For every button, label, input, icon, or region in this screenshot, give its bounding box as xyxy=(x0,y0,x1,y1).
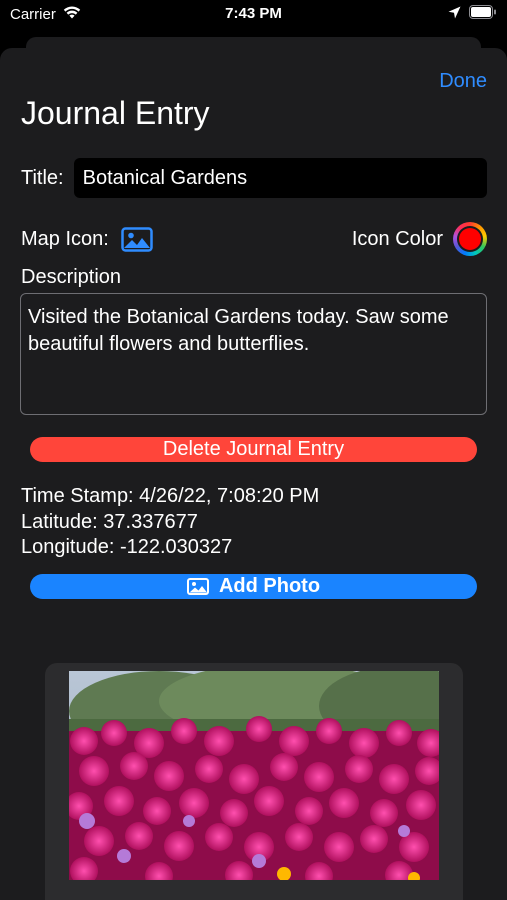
add-photo-label: Add Photo xyxy=(218,575,321,597)
delete-journal-entry-button[interactable]: Delete Journal Entry xyxy=(30,437,477,462)
photo-icon xyxy=(121,226,153,252)
add-photo-button[interactable]: Add Photo xyxy=(30,574,477,599)
photo-icon xyxy=(186,578,209,595)
title-label: Title: xyxy=(21,166,64,189)
title-row: Title: Botanical Gardens xyxy=(21,158,487,198)
selected-color-swatch xyxy=(459,228,481,250)
latitude-text: Latitude: 37.337677 xyxy=(21,511,198,533)
icon-color-picker[interactable] xyxy=(453,222,487,256)
longitude-text: Longitude: -122.030327 xyxy=(21,536,233,558)
title-value: Botanical Gardens xyxy=(82,166,248,189)
title-field[interactable]: Botanical Gardens xyxy=(73,158,487,198)
icon-color-label: Icon Color xyxy=(351,227,443,250)
status-time: 7:43 PM xyxy=(225,5,282,22)
page-title: Journal Entry xyxy=(21,95,210,131)
map-icon-label: Map Icon: xyxy=(21,227,109,250)
status-bar: Carrier 7:43 PM xyxy=(0,0,507,30)
status-right xyxy=(448,5,497,24)
battery-icon xyxy=(469,5,497,24)
done-button[interactable]: Done xyxy=(439,70,487,93)
location-arrow-icon xyxy=(448,6,461,24)
icon-row: Map Icon: Icon Color xyxy=(21,222,487,256)
description-label: Description xyxy=(21,266,122,288)
flowers-photo-image xyxy=(69,671,439,880)
timestamp-text: Time Stamp: 4/26/22, 7:08:20 PM xyxy=(21,485,320,507)
map-icon-button[interactable] xyxy=(121,226,153,252)
journal-photo[interactable] xyxy=(69,671,439,880)
description-textarea[interactable]: Visited the Botanical Gardens today. Saw… xyxy=(20,293,487,415)
